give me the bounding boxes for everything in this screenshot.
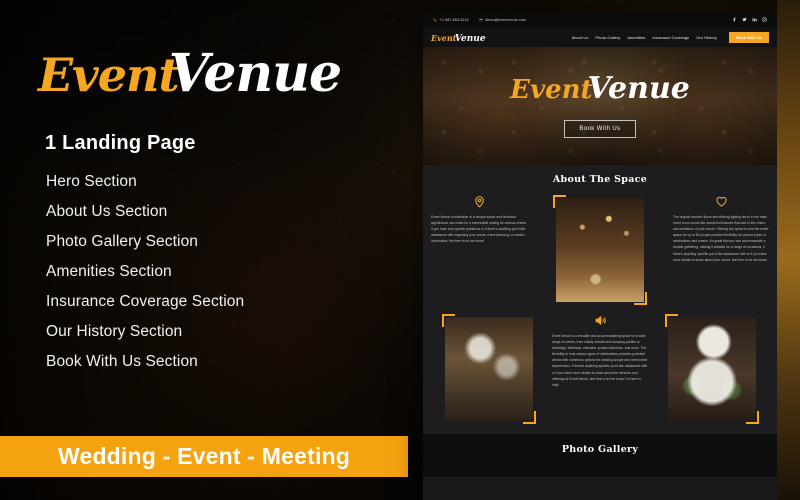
promo-banner-text: Wedding - Event - Meeting [57, 443, 351, 469]
promo-panel: EventVenue 1 Landing Page Hero Section A… [0, 0, 420, 500]
facebook-icon[interactable] [732, 17, 737, 22]
preview-phone[interactable]: +1-987-654-3210 [433, 18, 469, 22]
dinner-table-photo [556, 198, 644, 302]
preview-hero: EventVenue Book With Us [423, 47, 777, 165]
frame-corner-bottom-right [634, 292, 647, 305]
about-left-text: Event Venue combination of a unique spac… [431, 215, 527, 244]
frame-corner-top-left [441, 314, 455, 327]
framed-photo [664, 314, 759, 424]
brand-logo: EventVenue [38, 48, 342, 102]
promo-banner: Wedding - Event - Meeting [0, 436, 408, 477]
gallery-section-title: Photo Gallery [561, 444, 639, 455]
list-item: Hero Section [46, 173, 137, 190]
envelope-icon [479, 18, 483, 22]
preview-nav-links: About Us Photo Gallery Amenities Insuran… [572, 31, 769, 43]
nav-item-insurance-coverage[interactable]: Insurance Coverage [652, 35, 689, 40]
about-row2-center-text: Event Venue is a versatile and accommoda… [552, 334, 648, 387]
nav-item-amenities[interactable]: Amenities [627, 35, 645, 40]
speaker-icon [594, 314, 607, 327]
book-with-us-button[interactable]: Book With Us [729, 31, 769, 43]
hero-logo-venue: Venue [587, 71, 690, 106]
nav-item-about-us[interactable]: About Us [572, 35, 589, 40]
about-row-2: Event Venue is a versatile and accommoda… [423, 314, 777, 424]
hero-book-with-us-button[interactable]: Book With Us [564, 120, 636, 138]
list-item: About Us Section [46, 203, 168, 220]
about-right-column: The original wooden floors and striking … [673, 195, 769, 263]
hero-logo-event: Event [510, 75, 593, 105]
about-row-1: Event Venue combination of a unique spac… [423, 195, 777, 305]
website-preview: +1-987-654-3210 demo@eventvenue.com Even… [423, 12, 777, 500]
preview-nav-logo[interactable]: EventVenue [431, 29, 486, 45]
preview-navbar: EventVenue About Us Photo Gallery Amenit… [423, 27, 777, 47]
hero-logo: EventVenue [510, 74, 690, 104]
wedding-cake-photo [667, 317, 756, 421]
preview-social-links [732, 17, 767, 22]
brand-logo-event: Event [38, 48, 180, 102]
nav-item-our-history[interactable]: Our History [696, 35, 717, 40]
frame-corner-bottom-right [745, 411, 759, 424]
about-left-column: Event Venue combination of a unique spac… [431, 195, 527, 244]
about-right-text: The original wooden floors and striking … [673, 215, 769, 262]
preview-nav-logo-venue: Venue [454, 34, 486, 44]
list-item: Our History Section [46, 323, 183, 340]
promo-headline: 1 Landing Page [45, 132, 196, 154]
twitter-icon[interactable] [742, 17, 747, 22]
framed-photo [553, 195, 647, 305]
preview-email-text: demo@eventvenue.com [485, 17, 527, 22]
brand-logo-venue: Venue [168, 43, 342, 104]
promo-screenshot-root: EventVenue 1 Landing Page Hero Section A… [0, 0, 800, 500]
about-row2-right-image [654, 314, 769, 424]
list-item: Insurance Coverage Section [46, 293, 245, 310]
frame-corner-bottom-right [522, 411, 536, 424]
preview-about-section: About The Space Event Venue combination … [423, 165, 777, 434]
preview-phone-text: +1-987-654-3210 [439, 17, 469, 22]
frame-corner-top-left [664, 314, 678, 327]
frame-corner-top-left [553, 195, 566, 208]
linkedin-icon[interactable] [752, 17, 757, 22]
preview-topbar: +1-987-654-3210 demo@eventvenue.com [423, 12, 777, 27]
list-item: Photo Gallery Section [46, 233, 199, 250]
floral-decor-photo [444, 317, 533, 421]
framed-photo [441, 314, 536, 424]
preview-gallery-section: Photo Gallery [423, 434, 777, 477]
phone-icon [433, 18, 437, 22]
heart-icon [715, 195, 728, 208]
about-row2-left-image [431, 314, 546, 424]
instagram-icon[interactable] [762, 17, 767, 22]
about-section-title: About The Space [552, 174, 648, 185]
list-item: Book With Us Section [46, 353, 198, 370]
list-item: Amenities Section [46, 263, 172, 280]
about-center-image [533, 195, 667, 305]
nav-item-photo-gallery[interactable]: Photo Gallery [595, 35, 620, 40]
right-background-spill [777, 0, 800, 500]
preview-nav-logo-event: Event [431, 33, 457, 43]
feature-list: Hero Section About Us Section Photo Gall… [46, 174, 244, 384]
about-row2-center-column: Event Venue is a versatile and accommoda… [552, 314, 648, 388]
preview-email[interactable]: demo@eventvenue.com [479, 18, 526, 22]
location-pin-icon [473, 195, 486, 208]
